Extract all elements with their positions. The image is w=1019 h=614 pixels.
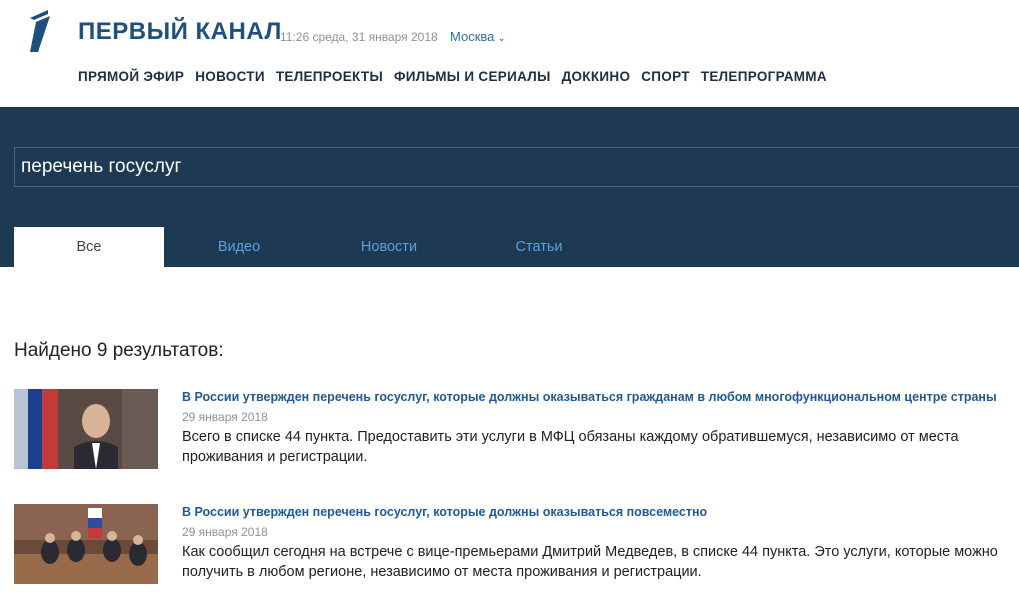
video-thumbnail-image: [14, 504, 158, 584]
date-time: 11:26 среда, 31 января 2018: [280, 30, 438, 44]
result-date: 29 января 2018: [182, 410, 268, 424]
nav-tv-projects[interactable]: ТЕЛЕПРОЕКТЫ: [276, 69, 383, 84]
result-body: В России утвержден перечень госуслуг, ко…: [182, 504, 1012, 582]
result-thumbnail[interactable]: [14, 504, 158, 584]
tab-news[interactable]: Новости: [314, 227, 464, 267]
video-thumbnail-image: [14, 389, 158, 469]
result-tabs: Все Видео Новости Статьи: [14, 227, 614, 267]
nav-live[interactable]: ПРЯМОЙ ЭФИР: [78, 69, 184, 84]
channel-one-logo[interactable]: [26, 10, 56, 52]
city-label: Москва: [450, 29, 495, 44]
site-brand[interactable]: ПЕРВЫЙ КАНАЛ: [78, 18, 282, 46]
nav-news[interactable]: НОВОСТИ: [195, 69, 265, 84]
result-snippet: Как сообщил сегодня на встрече с вице-пр…: [182, 544, 998, 580]
chevron-down-icon: ⌄: [497, 33, 506, 44]
search-panel: Все Видео Новости Статьи: [0, 107, 1019, 267]
site-header: ПЕРВЫЙ КАНАЛ 11:26 среда, 31 января 2018…: [0, 0, 1019, 107]
search-box: [14, 147, 1019, 187]
result-title[interactable]: В России утвержден перечень госуслуг, ко…: [182, 504, 1012, 520]
result-body: В России утвержден перечень госуслуг, ко…: [182, 389, 1012, 467]
nav-tv-program[interactable]: ТЕЛЕПРОГРАММА: [701, 69, 827, 84]
city-selector[interactable]: Москва ⌄: [450, 29, 506, 44]
nav-sport[interactable]: СПОРТ: [641, 69, 690, 84]
result-thumbnail[interactable]: [14, 389, 158, 469]
result-title[interactable]: В России утвержден перечень госуслуг, ко…: [182, 389, 1012, 405]
tab-articles[interactable]: Статьи: [464, 227, 614, 267]
results-count: Найдено 9 результатов:: [14, 340, 224, 361]
nav-films-series[interactable]: ФИЛЬМЫ И СЕРИАЛЫ: [394, 69, 551, 84]
search-input[interactable]: [15, 148, 1019, 186]
nav-dokkino[interactable]: ДОККИНО: [562, 69, 631, 84]
result-snippet: Всего в списке 44 пункта. Предоставить э…: [182, 429, 959, 465]
tab-all[interactable]: Все: [14, 227, 164, 267]
tab-video[interactable]: Видео: [164, 227, 314, 267]
main-nav: ПРЯМОЙ ЭФИР НОВОСТИ ТЕЛЕПРОЕКТЫ ФИЛЬМЫ И…: [78, 69, 838, 84]
result-date: 29 января 2018: [182, 525, 268, 539]
